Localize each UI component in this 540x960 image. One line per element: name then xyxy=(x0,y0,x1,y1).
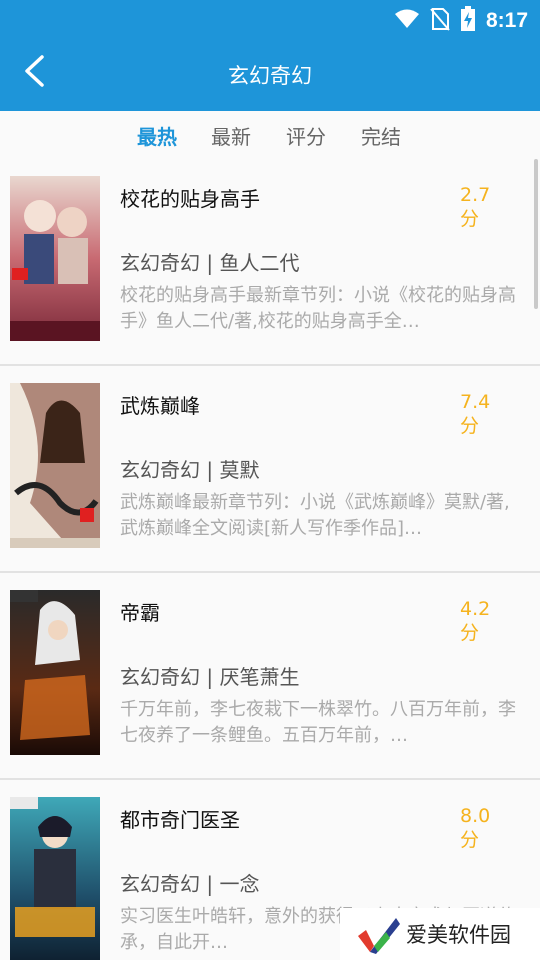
book-description: 校花的贴身高手最新章节列：小说《校花的贴身高手》鱼人二代/著,校花的贴身高手全… xyxy=(120,285,516,332)
book-score: 2.7 分 xyxy=(460,183,510,231)
book-meta: 玄幻奇幻 | 鱼人二代 xyxy=(120,251,300,275)
tab-rating[interactable]: 评分 xyxy=(286,121,326,150)
book-description: 千万年前，李七夜栽下一株翠竹。八百万年前，李七夜养了一条鲤鱼。五百万年前，… xyxy=(120,699,516,746)
book-meta: 玄幻奇幻 | 莫默 xyxy=(120,458,260,482)
score-unit: 分 xyxy=(460,829,480,851)
score-unit: 分 xyxy=(460,622,480,644)
book-title: 武炼巅峰 xyxy=(120,394,200,418)
book-meta: 玄幻奇幻 | 一念 xyxy=(120,872,260,896)
score-unit: 分 xyxy=(460,415,480,437)
page-title: 玄幻奇幻 xyxy=(228,64,312,88)
book-cover xyxy=(10,176,100,341)
wifi-icon xyxy=(394,8,420,34)
book-cover xyxy=(10,590,100,755)
list-item[interactable]: 武炼巅峰 7.4 分 玄幻奇幻 | 莫默 武炼巅峰最新章节列：小说《武炼巅峰》莫… xyxy=(0,366,540,573)
sort-tabs: 最热 最新 评分 完结 xyxy=(0,111,540,159)
list-item[interactable]: 校花的贴身高手 2.7 分 玄幻奇幻 | 鱼人二代 校花的贴身高手最新章节列：小… xyxy=(0,159,540,366)
tab-hottest[interactable]: 最热 xyxy=(137,121,177,150)
book-description: 武炼巅峰最新章节列：小说《武炼巅峰》莫默/著,武炼巅峰全文阅读[新人写作季作品]… xyxy=(120,492,510,539)
watermark-text: 爱美软件园 xyxy=(406,923,511,947)
book-title: 帝霸 xyxy=(120,601,160,625)
status-time: 8:17 xyxy=(485,9,528,32)
book-title: 都市奇门医圣 xyxy=(120,808,240,832)
app-bar: 玄幻奇幻 xyxy=(0,36,540,111)
book-score: 7.4 分 xyxy=(460,390,510,438)
book-score: 4.2 分 xyxy=(460,597,510,645)
book-cover xyxy=(10,797,100,960)
battery-charging-icon xyxy=(460,6,476,36)
book-list[interactable]: 校花的贴身高手 2.7 分 玄幻奇幻 | 鱼人二代 校花的贴身高手最新章节列：小… xyxy=(0,159,540,960)
score-value: 8.0 xyxy=(460,805,491,827)
book-title: 校花的贴身高手 xyxy=(120,187,260,211)
tab-completed[interactable]: 完结 xyxy=(361,121,401,150)
book-cover xyxy=(10,383,100,548)
score-value: 7.4 xyxy=(460,391,491,413)
watermark-logo-icon xyxy=(356,914,402,954)
list-item[interactable]: 帝霸 4.2 分 玄幻奇幻 | 厌笔萧生 千万年前，李七夜栽下一株翠竹。八百万年… xyxy=(0,573,540,780)
score-unit: 分 xyxy=(460,208,480,230)
tab-newest[interactable]: 最新 xyxy=(211,121,251,150)
score-value: 4.2 xyxy=(460,598,491,620)
no-sim-icon xyxy=(430,7,450,35)
watermark: 爱美软件园 xyxy=(340,908,540,960)
status-bar: 8:17 xyxy=(0,0,540,36)
book-meta: 玄幻奇幻 | 厌笔萧生 xyxy=(120,665,300,689)
scrollbar[interactable] xyxy=(534,159,538,309)
score-value: 2.7 xyxy=(460,184,491,206)
book-score: 8.0 分 xyxy=(460,804,510,852)
